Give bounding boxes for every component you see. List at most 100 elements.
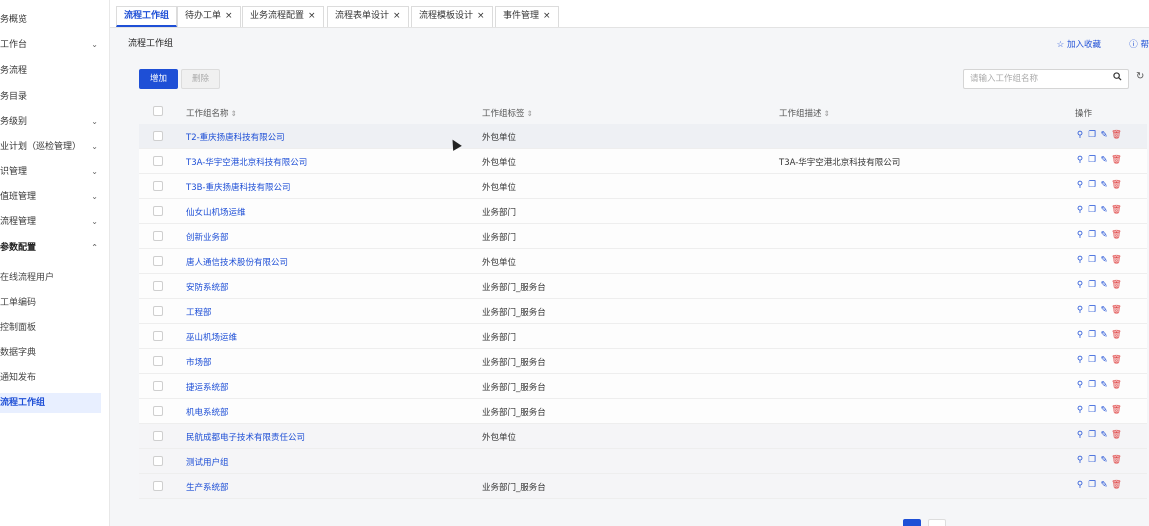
- add-button[interactable]: 增加: [139, 69, 179, 89]
- user-icon[interactable]: ⚲: [1075, 454, 1085, 466]
- sidebar-item[interactable]: 流程工作组: [0, 393, 101, 413]
- row-checkbox[interactable]: [153, 156, 163, 166]
- row-checkbox[interactable]: [153, 406, 163, 416]
- delete-icon[interactable]: 🗑: [1111, 254, 1122, 266]
- row-checkbox[interactable]: [153, 356, 163, 366]
- copy-icon[interactable]: ❐: [1087, 329, 1097, 341]
- edit-icon[interactable]: ✎: [1099, 454, 1109, 466]
- copy-icon[interactable]: ❐: [1087, 179, 1097, 191]
- tab[interactable]: 流程表单设计 ×: [327, 6, 409, 27]
- row-checkbox[interactable]: [153, 456, 163, 466]
- table-row[interactable]: 市场部 业务部门_服务台 ⚲ ❐ ✎ 🗑: [139, 349, 1147, 374]
- row-checkbox[interactable]: [153, 331, 163, 341]
- user-icon[interactable]: ⚲: [1075, 204, 1085, 216]
- copy-icon[interactable]: ❐: [1087, 304, 1097, 316]
- name-cell[interactable]: 市场部: [186, 356, 212, 368]
- row-checkbox[interactable]: [153, 131, 163, 141]
- table-row[interactable]: T3A-华宇空港北京科技有限公司 外包单位 T3A-华宇空港北京科技有限公司 ⚲ ❐ ✎ 🗑: [139, 149, 1147, 174]
- delete-icon[interactable]: 🗑: [1111, 229, 1122, 241]
- tab[interactable]: 流程模板设计 ×: [411, 6, 493, 27]
- sidebar-item[interactable]: 工作台 ⌄: [0, 35, 109, 55]
- user-icon[interactable]: ⚲: [1075, 304, 1085, 316]
- edit-icon[interactable]: ✎: [1099, 354, 1109, 366]
- sidebar-item[interactable]: 控制面板: [0, 318, 109, 338]
- table-row[interactable]: 测试用户组 ⚲ ❐ ✎ 🗑: [139, 449, 1147, 474]
- table-row[interactable]: 唐人通信技术股份有限公司 外包单位 ⚲ ❐ ✎ 🗑: [139, 249, 1147, 274]
- delete-icon[interactable]: 🗑: [1111, 354, 1122, 366]
- add-favorite-link[interactable]: ☆ 加入收藏: [1057, 38, 1101, 50]
- name-cell[interactable]: 工程部: [186, 306, 212, 318]
- delete-icon[interactable]: 🗑: [1111, 379, 1122, 391]
- name-cell[interactable]: 唐人通信技术股份有限公司: [186, 256, 288, 268]
- name-cell[interactable]: 巫山机场运维: [186, 331, 237, 343]
- edit-icon[interactable]: ✎: [1099, 254, 1109, 266]
- copy-icon[interactable]: ❐: [1087, 404, 1097, 416]
- edit-icon[interactable]: ✎: [1099, 404, 1109, 416]
- refresh-icon[interactable]: ↻: [1136, 71, 1144, 82]
- sidebar-item[interactable]: 参数配置 ⌃: [0, 238, 109, 258]
- delete-icon[interactable]: 🗑: [1111, 154, 1122, 166]
- name-cell[interactable]: 仙女山机场运维: [186, 206, 246, 218]
- edit-icon[interactable]: ✎: [1099, 479, 1109, 491]
- copy-icon[interactable]: ❐: [1087, 154, 1097, 166]
- pager-next[interactable]: [928, 519, 946, 526]
- user-icon[interactable]: ⚲: [1075, 329, 1085, 341]
- edit-icon[interactable]: ✎: [1099, 204, 1109, 216]
- table-row[interactable]: 工程部 业务部门_服务台 ⚲ ❐ ✎ 🗑: [139, 299, 1147, 324]
- header-desc[interactable]: 工作组描述 ⇕: [779, 107, 830, 119]
- row-checkbox[interactable]: [153, 431, 163, 441]
- close-icon[interactable]: ×: [477, 11, 485, 21]
- sort-icon[interactable]: ⇕: [231, 109, 237, 118]
- edit-icon[interactable]: ✎: [1099, 329, 1109, 341]
- sidebar-item[interactable]: 务概览: [0, 10, 109, 30]
- sidebar-item[interactable]: 业计划（巡检管理） ⌄: [0, 137, 109, 157]
- name-cell[interactable]: 机电系统部: [186, 406, 229, 418]
- table-row[interactable]: T3B-重庆扬唐科技有限公司 外包单位 ⚲ ❐ ✎ 🗑: [139, 174, 1147, 199]
- user-icon[interactable]: ⚲: [1075, 279, 1085, 291]
- copy-icon[interactable]: ❐: [1087, 254, 1097, 266]
- table-row[interactable]: 民航成都电子技术有限责任公司 外包单位 ⚲ ❐ ✎ 🗑: [139, 424, 1147, 449]
- delete-icon[interactable]: 🗑: [1111, 204, 1122, 216]
- row-checkbox[interactable]: [153, 481, 163, 491]
- edit-icon[interactable]: ✎: [1099, 429, 1109, 441]
- row-checkbox[interactable]: [153, 381, 163, 391]
- copy-icon[interactable]: ❐: [1087, 279, 1097, 291]
- name-cell[interactable]: 生产系统部: [186, 481, 229, 493]
- delete-icon[interactable]: 🗑: [1111, 304, 1122, 316]
- copy-icon[interactable]: ❐: [1087, 229, 1097, 241]
- copy-icon[interactable]: ❐: [1087, 379, 1097, 391]
- user-icon[interactable]: ⚲: [1075, 254, 1085, 266]
- sidebar-item[interactable]: 值班管理 ⌄: [0, 187, 109, 207]
- delete-icon[interactable]: 🗑: [1111, 129, 1122, 141]
- name-cell[interactable]: 民航成都电子技术有限责任公司: [186, 431, 305, 443]
- edit-icon[interactable]: ✎: [1099, 229, 1109, 241]
- tab[interactable]: 业务流程配置 ×: [242, 6, 324, 27]
- user-icon[interactable]: ⚲: [1075, 404, 1085, 416]
- table-row[interactable]: 巫山机场运维 业务部门 ⚲ ❐ ✎ 🗑: [139, 324, 1147, 349]
- name-cell[interactable]: 安防系统部: [186, 281, 229, 293]
- copy-icon[interactable]: ❐: [1087, 429, 1097, 441]
- user-icon[interactable]: ⚲: [1075, 354, 1085, 366]
- user-icon[interactable]: ⚲: [1075, 429, 1085, 441]
- row-checkbox[interactable]: [153, 281, 163, 291]
- sidebar-item[interactable]: 务级别 ⌄: [0, 112, 109, 132]
- sort-icon[interactable]: ⇕: [824, 109, 830, 118]
- close-icon[interactable]: ×: [393, 11, 401, 21]
- user-icon[interactable]: ⚲: [1075, 229, 1085, 241]
- sidebar-item[interactable]: 工单编码: [0, 293, 109, 313]
- delete-icon[interactable]: 🗑: [1111, 429, 1122, 441]
- sidebar-item[interactable]: 务目录: [0, 87, 109, 107]
- row-checkbox[interactable]: [153, 306, 163, 316]
- edit-icon[interactable]: ✎: [1099, 304, 1109, 316]
- delete-icon[interactable]: 🗑: [1111, 479, 1122, 491]
- edit-icon[interactable]: ✎: [1099, 379, 1109, 391]
- header-name[interactable]: 工作组名称 ⇕: [186, 107, 237, 119]
- table-row[interactable]: 安防系统部 业务部门_服务台 ⚲ ❐ ✎ 🗑: [139, 274, 1147, 299]
- help-link[interactable]: ⓘ 帮: [1129, 38, 1149, 50]
- search-input[interactable]: [964, 70, 1104, 88]
- tab[interactable]: 待办工单 ×: [177, 6, 241, 27]
- tab[interactable]: 事件管理 ×: [495, 6, 559, 27]
- sidebar-item[interactable]: 数据字典: [0, 343, 109, 363]
- user-icon[interactable]: ⚲: [1075, 154, 1085, 166]
- row-checkbox[interactable]: [153, 206, 163, 216]
